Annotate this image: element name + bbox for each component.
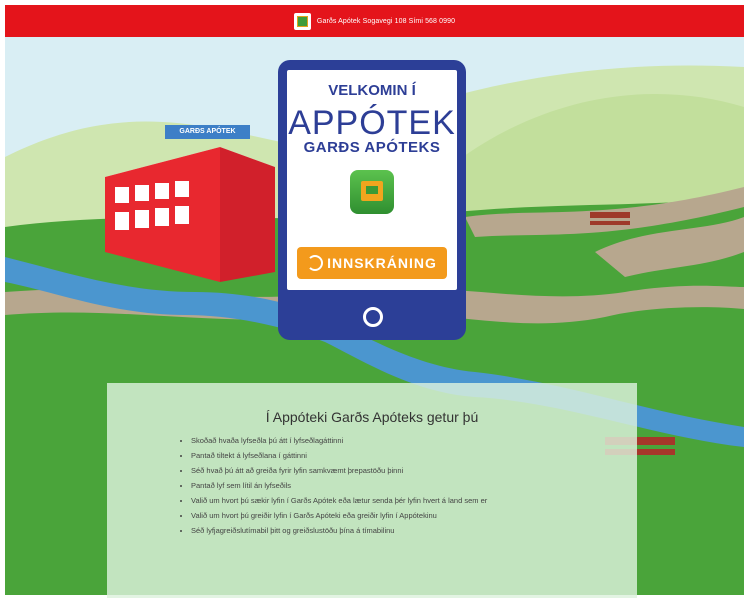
login-icon — [307, 255, 324, 271]
header-contact-text: Garðs Apótek Sogavegi 108 Sími 568 0990 — [316, 17, 456, 25]
list-item: Pantað tiltekt á lyfseðlana í gáttinni — [191, 448, 567, 463]
brand-title: APPÓTEK — [288, 104, 456, 142]
login-button[interactable]: INNSKRÁNING — [297, 247, 447, 279]
list-item: Valið um hvort þú greiðir lyfin í Garðs … — [191, 508, 567, 523]
phone-frame: VELKOMIN Í APPÓTEK GARÐS APÓTEKS INNSKRÁ… — [278, 60, 466, 340]
list-item: Skoðað hvaða lyfseðla þú átt í lyfseðlag… — [191, 433, 567, 448]
phone-screen: VELKOMIN Í APPÓTEK GARÐS APÓTEKS INNSKRÁ… — [287, 70, 457, 290]
home-button-icon[interactable] — [363, 307, 383, 327]
cart-app-icon — [350, 170, 394, 214]
list-item: Pantað lyf sem lítil án lyfseðils — [191, 478, 567, 493]
login-label: INNSKRÁNING — [327, 255, 437, 271]
features-panel: Í Appóteki Garðs Apóteks getur þú Skoðað… — [107, 383, 637, 598]
welcome-heading: VELKOMIN Í — [328, 82, 416, 99]
features-list: Skoðað hvaða lyfseðla þú átt í lyfseðlag… — [107, 433, 637, 538]
list-item: Séð hvað þú átt að greiða fyrir lyfin sa… — [191, 463, 567, 478]
list-item: Séð lyfjagreiðslutímabil þitt og greiðsl… — [191, 523, 567, 538]
brand-subtitle: GARÐS APÓTEKS — [303, 139, 441, 156]
cart-logo-icon — [293, 12, 311, 30]
list-item: Valið um hvort þú sækir lyfin í Garðs Ap… — [191, 493, 567, 508]
top-header-bar: Garðs Apótek Sogavegi 108 Sími 568 0990 — [5, 5, 744, 37]
building-sign: GARÐS APÓTEK — [179, 128, 236, 135]
features-title: Í Appóteki Garðs Apóteks getur þú — [265, 409, 479, 425]
